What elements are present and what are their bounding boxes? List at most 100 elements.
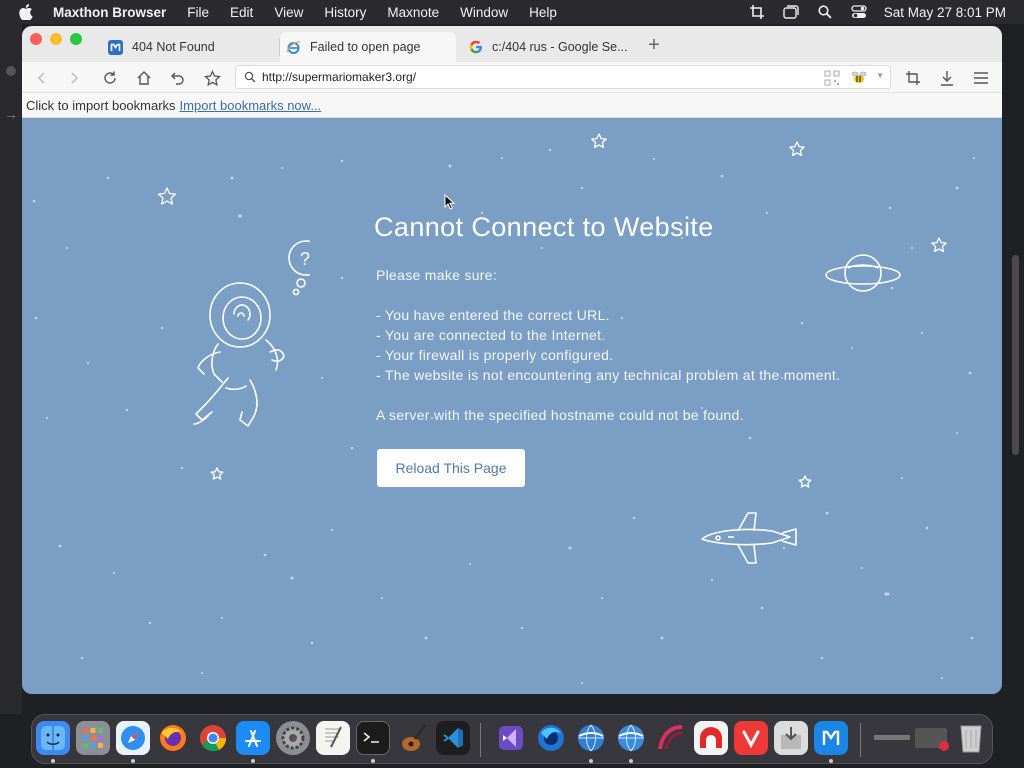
mouse-cursor-icon [444,194,456,210]
hamburger-menu-icon[interactable] [970,67,992,89]
space-shuttle-illustration [701,512,797,564]
error-check-item: - Your firewall is properly configured. [376,347,614,363]
error-title: Cannot Connect to Website [374,212,714,242]
minimized-window-icon-2[interactable] [914,721,950,755]
tab-google-search[interactable]: c:/404 rus - Google Se... [462,32,638,62]
arc-browser-icon[interactable] [654,721,688,755]
tab-404-not-found[interactable]: 404 Not Found [102,32,278,62]
home-icon[interactable] [133,67,155,89]
browser-window: 404 Not Found Failed to open page c:/404… [22,26,1002,694]
safari-icon[interactable] [116,721,150,755]
menu-app-name[interactable]: Maxthon Browser [53,5,166,20]
firefox-icon[interactable] [156,721,190,755]
reload-icon[interactable] [99,67,121,89]
undo-icon[interactable] [167,67,189,89]
system-preferences-icon[interactable] [276,721,310,755]
error-check-item: - You have entered the correct URL. [376,307,610,323]
maxthon-icon[interactable] [814,721,848,755]
menu-edit[interactable]: Edit [230,5,253,20]
error-intro: Please make sure: [376,267,498,283]
ie-icon [286,40,301,55]
favorite-star-icon[interactable] [201,67,223,89]
tab-bar: 404 Not Found Failed to open page c:/404… [22,26,1002,62]
svg-text:?: ? [300,249,310,269]
dock-separator [480,723,481,757]
toolbar: ▼ [22,62,1002,93]
import-bookmarks-link[interactable]: Import bookmarks now... [180,98,322,113]
running-indicator [829,759,833,763]
menu-window[interactable]: Window [460,5,508,20]
google-icon [468,40,483,55]
terminal-icon[interactable] [356,721,390,755]
dock [31,714,993,764]
address-bar[interactable]: ▼ [235,65,891,89]
background-window-dot [6,66,16,76]
running-indicator [589,759,593,763]
chevron-down-icon[interactable]: ▼ [876,71,884,80]
browser-globe-icon-2[interactable] [614,721,648,755]
tab-failed-to-open[interactable]: Failed to open page [280,32,456,62]
menubar-clock[interactable]: Sat May 27 8:01 PM [884,5,1006,20]
tab-label: 404 Not Found [132,40,215,54]
menu-maxnote[interactable]: Maxnote [387,5,439,20]
url-input[interactable] [262,70,802,84]
crop-icon[interactable] [746,0,768,24]
vivaldi-icon[interactable] [734,721,768,755]
menu-file[interactable]: File [187,5,209,20]
control-center-icon[interactable] [848,0,870,24]
error-message: Please make sure: - You have entered the… [376,265,840,425]
maxthon-icon [108,39,123,55]
reload-page-button[interactable]: Reload This Page [377,449,525,487]
error-detail: A server with the specified hostname cou… [376,407,744,423]
background-arrow-icon: → [4,106,18,122]
bookmark-import-prompt: Click to import bookmarks [26,97,176,113]
menu-history[interactable]: History [324,5,366,20]
bookmark-import-bar: Click to import bookmarks Import bookmar… [22,93,1002,118]
new-tab-button[interactable]: + [644,35,664,55]
visual-studio-icon[interactable] [494,721,528,755]
astronaut-illustration: ? [193,240,310,427]
error-page: ? Cannot Connect to Website Please make … [22,118,1002,694]
finder-icon[interactable] [36,721,70,755]
minimized-window-icon[interactable] [872,721,912,755]
ad-blocker-bee-icon[interactable] [850,69,868,87]
red-app-icon[interactable] [694,721,728,755]
garageband-icon[interactable] [396,721,430,755]
background-window: → [0,24,22,714]
app-store-icon[interactable] [236,721,270,755]
tab-label: Failed to open page [310,40,421,54]
installer-icon[interactable] [774,721,808,755]
running-indicator [131,759,135,763]
launchpad-icon[interactable] [76,721,110,755]
running-indicator [371,759,375,763]
download-icon[interactable] [936,67,958,89]
running-indicator [251,759,255,763]
error-check-item: - You are connected to the Internet. [376,327,606,343]
menu-bar: Maxthon Browser File Edit View History M… [0,0,1024,24]
minimize-window-button[interactable] [50,33,62,45]
firefox-developer-icon[interactable] [534,721,568,755]
screenshot-crop-icon[interactable] [902,67,924,89]
apple-menu-icon[interactable] [19,4,37,20]
address-search-icon [240,67,260,87]
browser-globe-icon[interactable] [574,721,608,755]
zoom-window-button[interactable] [70,33,82,45]
qr-code-icon[interactable] [824,70,840,86]
close-window-button[interactable] [30,33,42,45]
back-icon[interactable] [31,67,53,89]
tab-label: c:/404 rus - Google Se... [492,40,628,54]
running-indicator [629,759,633,763]
trash-icon[interactable] [954,721,988,755]
running-indicator [51,759,55,763]
error-check-item: - The website is not encountering any te… [376,367,841,383]
menu-view[interactable]: View [274,5,303,20]
textedit-icon[interactable] [316,721,350,755]
chrome-icon[interactable] [196,721,230,755]
forward-icon[interactable] [63,67,85,89]
search-icon[interactable] [814,0,836,24]
menu-help[interactable]: Help [529,5,557,20]
window-icon[interactable] [780,0,802,24]
dock-separator [860,723,861,757]
background-scrollbar [1012,255,1019,455]
vscode-icon[interactable] [436,721,470,755]
